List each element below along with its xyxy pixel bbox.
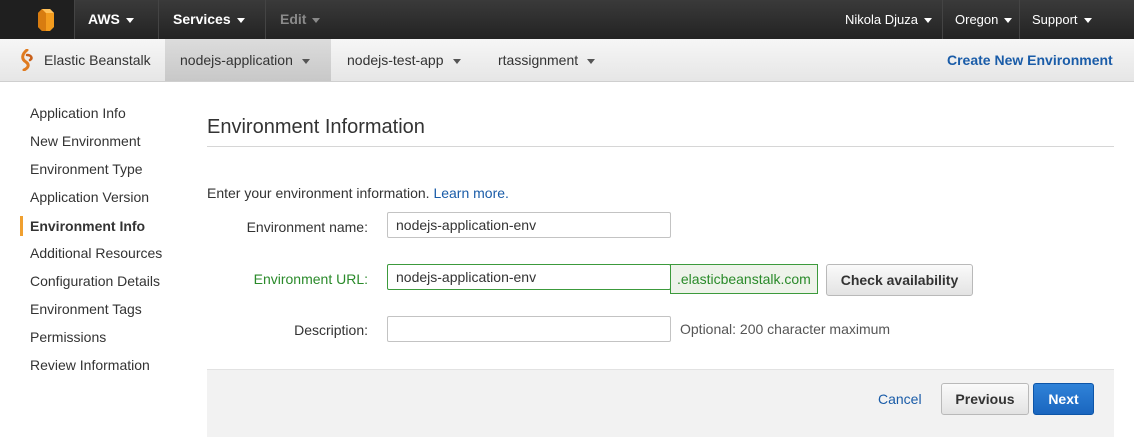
environment-url-label: Environment URL:: [253, 271, 368, 287]
check-availability-button[interactable]: Check availability: [826, 264, 973, 296]
active-step-marker: [20, 216, 23, 236]
step-environment-info[interactable]: Environment Info: [30, 216, 145, 236]
create-new-environment-link[interactable]: Create New Environment: [947, 39, 1113, 81]
chevron-down-icon: [312, 17, 321, 23]
step-configuration-details[interactable]: Configuration Details: [30, 271, 160, 291]
aws-menu[interactable]: AWS: [88, 0, 134, 39]
previous-button[interactable]: Previous: [941, 383, 1029, 415]
environment-name-input[interactable]: nodejs-application-env: [387, 212, 671, 238]
chevron-down-icon: [236, 17, 245, 23]
aws-cube-icon: [38, 9, 54, 31]
app-tab-nodejs-application[interactable]: nodejs-application: [165, 39, 331, 81]
edit-label: Edit: [280, 11, 307, 27]
app-tab-rtassignment[interactable]: rtassignment: [498, 39, 596, 81]
step-review-information[interactable]: Review Information: [30, 355, 150, 375]
aws-top-bar: AWS Services Edit Nikola Djuza Oregon Su…: [0, 0, 1134, 39]
intro-label: Enter your environment information.: [207, 185, 430, 201]
app-tab-nodejs-test-app[interactable]: nodejs-test-app: [347, 39, 461, 81]
user-menu[interactable]: Nikola Djuza: [845, 0, 932, 39]
region-name: Oregon: [955, 12, 999, 27]
support-label: Support: [1032, 12, 1078, 27]
chevron-down-icon: [923, 18, 932, 24]
app-tab-label: rtassignment: [498, 52, 579, 68]
description-hint: Optional: 200 character maximum: [680, 321, 891, 337]
support-menu[interactable]: Support: [1032, 0, 1092, 39]
chevron-down-icon: [452, 58, 461, 64]
chevron-down-icon: [587, 58, 596, 64]
environment-name-label: Environment name:: [246, 219, 368, 235]
description-label: Description:: [294, 322, 368, 338]
edit-menu[interactable]: Edit: [280, 0, 321, 39]
chevron-down-icon: [125, 17, 134, 23]
elastic-beanstalk-home[interactable]: Elastic Beanstalk: [18, 39, 151, 81]
chevron-down-icon: [1083, 18, 1092, 24]
step-environment-tags[interactable]: Environment Tags: [30, 299, 142, 319]
page-title: Environment Information: [207, 116, 425, 138]
step-environment-type[interactable]: Environment Type: [30, 159, 143, 179]
region-menu[interactable]: Oregon: [955, 0, 1013, 39]
step-application-info[interactable]: Application Info: [30, 103, 126, 123]
description-input[interactable]: [387, 316, 671, 342]
step-application-version[interactable]: Application Version: [30, 187, 149, 207]
chevron-down-icon: [301, 58, 310, 64]
intro-text: Enter your environment information. Lear…: [207, 185, 509, 201]
service-name: Elastic Beanstalk: [44, 52, 151, 68]
services-menu[interactable]: Services: [173, 0, 245, 39]
app-tab-label: nodejs-application: [180, 52, 293, 68]
step-additional-resources[interactable]: Additional Resources: [30, 243, 162, 263]
environment-url-input[interactable]: nodejs-application-env: [387, 264, 671, 290]
aws-menu-label: AWS: [88, 11, 120, 27]
beanstalk-icon: [21, 49, 33, 71]
app-tab-label: nodejs-test-app: [347, 52, 444, 68]
next-button[interactable]: Next: [1033, 383, 1094, 415]
title-divider: [207, 146, 1114, 147]
learn-more-link[interactable]: Learn more.: [433, 185, 508, 201]
step-permissions[interactable]: Permissions: [30, 327, 106, 347]
services-label: Services: [173, 11, 231, 27]
chevron-down-icon: [1004, 18, 1013, 24]
user-name: Nikola Djuza: [845, 12, 918, 27]
environment-url-suffix: .elasticbeanstalk.com: [670, 264, 818, 294]
service-nav-bar: Elastic Beanstalk nodejs-application nod…: [0, 39, 1134, 82]
aws-logo[interactable]: [0, 0, 74, 39]
step-new-environment[interactable]: New Environment: [30, 131, 141, 151]
cancel-link[interactable]: Cancel: [878, 391, 922, 407]
